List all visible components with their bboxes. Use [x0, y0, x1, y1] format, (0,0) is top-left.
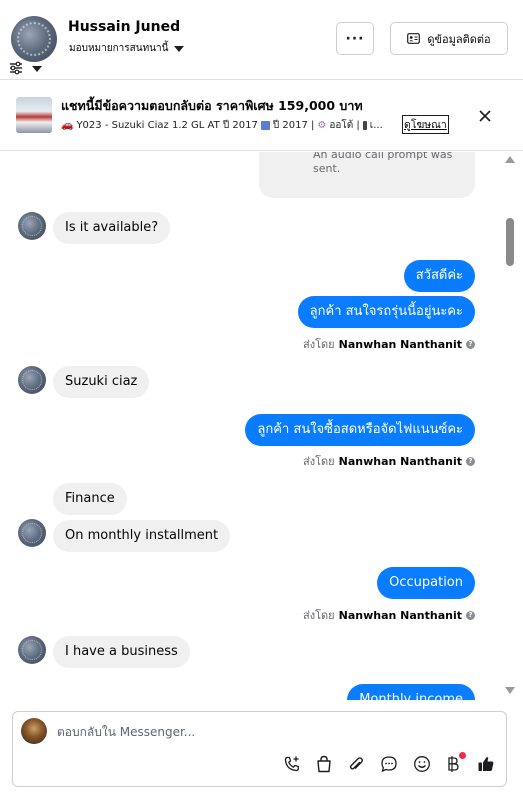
ad-subtitle-more: เ...	[369, 120, 383, 131]
filter-chevron-down-icon[interactable]	[32, 66, 42, 72]
phone-add-icon	[284, 756, 299, 772]
ad-title: แชทนี้มีข้อความตอบกลับต่อ ราคาพิเศษ 159,…	[61, 98, 363, 113]
info-icon[interactable]: ?	[466, 610, 475, 620]
chat-bubble-icon	[381, 756, 397, 773]
page-avatar	[21, 718, 47, 744]
sender-name: Nanwhan Nanthanit	[338, 454, 462, 468]
outgoing-message[interactable]: Monthly income	[347, 684, 475, 700]
message-composer	[12, 711, 507, 787]
incoming-message[interactable]: Suzuki ciaz	[53, 366, 150, 398]
chevron-down-icon	[174, 45, 185, 52]
reply-input[interactable]	[57, 722, 487, 742]
info-icon[interactable]: ?	[466, 339, 475, 349]
view-contact-info-button[interactable]: ดูข้อมูลติดต่อ	[390, 22, 508, 55]
saved-replies-button[interactable]	[379, 754, 399, 774]
system-message-line1: An audio call prompt was	[313, 152, 453, 161]
filter-sliders-icon[interactable]	[9, 61, 23, 75]
incoming-message[interactable]: I have a business	[53, 636, 190, 668]
conversation-header: Hussain Juned มอบหมายการสนทนานี้ ··· ดูข…	[0, 0, 523, 80]
sender-name: Nanwhan Nanthanit	[338, 337, 462, 351]
outgoing-message[interactable]: สวัสดีค่ะ	[403, 260, 475, 292]
baht-currency-icon	[448, 756, 459, 772]
outgoing-message[interactable]: ลูกค้า สนใจซื้อสดหรือจัดไฟแนนซ์คะ	[245, 414, 475, 446]
fuel-icon	[362, 121, 367, 130]
shop-button[interactable]	[314, 754, 334, 774]
contact-name[interactable]: Hussain Juned	[68, 19, 180, 35]
calendar-icon	[260, 121, 270, 130]
like-button[interactable]	[476, 754, 496, 774]
outgoing-message[interactable]: Occupation	[377, 567, 475, 599]
notification-dot	[459, 752, 466, 759]
scroll-down-arrow-icon[interactable]	[505, 687, 515, 694]
sent-by-label: ส่งโดย Nanwhan Nanthanit ?	[303, 335, 475, 353]
scroll-up-arrow-icon[interactable]	[505, 156, 515, 163]
sent-by-prefix: ส่งโดย	[303, 455, 335, 468]
ad-context-banner: แชทนี้มีข้อความตอบกลับต่อ ราคาพิเศษ 159,…	[0, 81, 523, 151]
incoming-message[interactable]: On monthly installment	[53, 520, 231, 552]
assign-label: มอบหมายการสนทนานี้	[69, 43, 169, 54]
call-button[interactable]	[282, 754, 302, 774]
incoming-message[interactable]: Finance	[53, 483, 127, 515]
contact-info-label: ดูข้อมูลติดต่อ	[427, 32, 491, 46]
shopping-bag-icon	[317, 755, 331, 773]
emoji-button[interactable]	[412, 754, 432, 774]
paperclip-icon	[349, 757, 363, 770]
sender-avatar	[18, 366, 46, 394]
car-icon: 🚗	[61, 120, 74, 131]
sender-avatar	[18, 212, 46, 240]
sender-avatar	[18, 519, 46, 547]
incoming-message[interactable]: Is it available?	[53, 212, 171, 244]
info-icon[interactable]: ?	[466, 456, 475, 466]
system-message-line2: sent.	[313, 162, 341, 175]
more-options-label: ···	[345, 30, 365, 47]
system-message: An audio call prompt was sent.	[259, 152, 475, 198]
contact-card-icon	[407, 33, 421, 44]
thumbs-up-icon	[478, 757, 494, 771]
ad-car-thumbnail	[16, 97, 52, 133]
ad-subtitle-model: Y023 - Suzuki Ciaz 1.2 GL AT ปี 2017	[76, 120, 258, 131]
smiley-icon	[414, 756, 430, 772]
sent-by-prefix: ส่งโดย	[303, 609, 335, 622]
outgoing-message[interactable]: ลูกค้า สนใจรถรุ่นนี้อยู่นะคะ	[297, 296, 475, 328]
ad-subtitle-year: ปี 2017 |	[272, 120, 315, 131]
ad-subtitle-transmission: ออโต้ |	[329, 120, 360, 131]
contact-avatar[interactable]	[11, 16, 57, 62]
close-icon[interactable]	[476, 107, 494, 125]
sent-by-prefix: ส่งโดย	[303, 338, 335, 351]
sent-by-label: ส่งโดย Nanwhan Nanthanit ?	[303, 452, 475, 470]
view-ad-link[interactable]: ดูโฆษณา	[402, 115, 449, 134]
sender-avatar	[18, 636, 46, 664]
scrollbar-thumb[interactable]	[506, 218, 514, 266]
more-options-button[interactable]: ···	[336, 22, 374, 55]
message-thread[interactable]: An audio call prompt was sent. Is it ava…	[0, 152, 523, 700]
attach-button[interactable]	[346, 754, 366, 774]
ad-subtitle: 🚗 Y023 - Suzuki Ciaz 1.2 GL AT ปี 2017 ป…	[61, 118, 383, 133]
gear-icon: ⚙	[317, 120, 327, 131]
sender-name: Nanwhan Nanthanit	[338, 608, 462, 622]
assign-conversation-dropdown[interactable]: มอบหมายการสนทนานี้	[69, 41, 185, 56]
sent-by-label: ส่งโดย Nanwhan Nanthanit ?	[303, 606, 475, 624]
